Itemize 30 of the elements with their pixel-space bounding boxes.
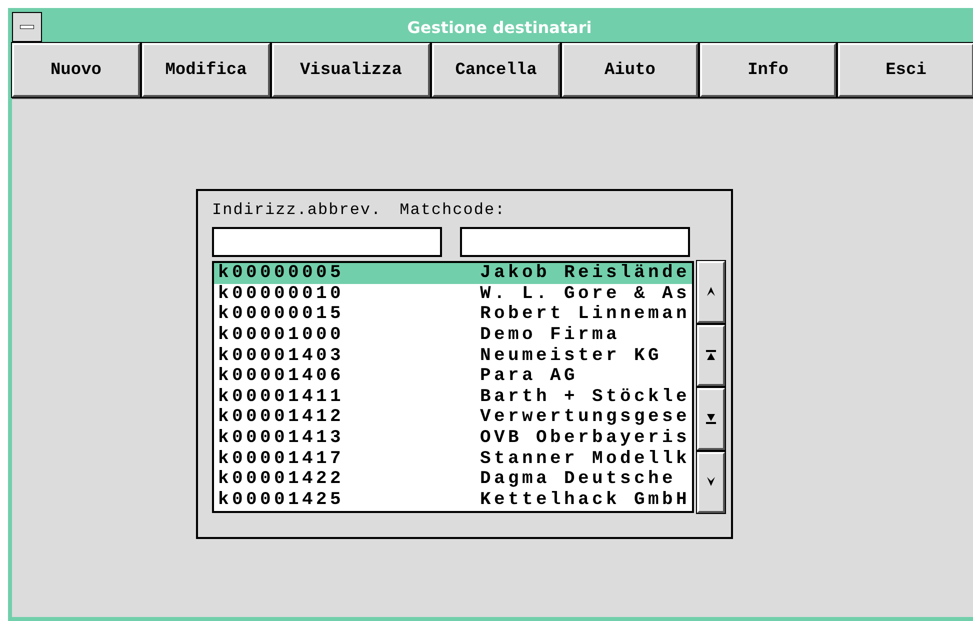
toolbar-button[interactable]: Modifica xyxy=(142,43,270,97)
toolbar-button[interactable]: Aiuto xyxy=(562,43,698,97)
list-row[interactable]: k00001406 Para AG xyxy=(214,366,692,387)
toolbar-button[interactable]: Cancella xyxy=(432,43,560,97)
toolbar-button[interactable]: Visualizza xyxy=(272,43,430,97)
system-menu-button[interactable] xyxy=(12,12,42,42)
scroll-button[interactable] xyxy=(697,324,725,386)
window-title: Gestione destinatari xyxy=(406,18,593,36)
input-field[interactable] xyxy=(460,227,690,257)
list-row[interactable]: k00000005 Jakob Reislände xyxy=(214,263,692,284)
input-field[interactable] xyxy=(212,227,442,257)
list-row[interactable]: k00001403 Neumeister KG xyxy=(214,345,692,366)
menu-icon xyxy=(20,25,34,29)
field-label: Matchcode: xyxy=(400,201,506,219)
list-row[interactable]: k00001422 Dagma Deutsche xyxy=(214,468,692,490)
toolbar-button[interactable]: Esci xyxy=(838,43,973,97)
scroll-button[interactable] xyxy=(697,261,725,322)
list-row[interactable]: k00001412 Verwertungsgese xyxy=(214,407,692,428)
list-row[interactable]: k00000010 W. L. Gore & As xyxy=(214,284,692,304)
toolbar-button[interactable]: Nuovo xyxy=(12,43,140,97)
list-row[interactable]: k00000015 Robert Linneman xyxy=(214,304,692,325)
list-row[interactable]: k00001000 Demo Firma xyxy=(214,324,692,346)
toolbar-button[interactable]: Info xyxy=(700,43,836,97)
field-label: Indirizz.abbrev. xyxy=(212,201,382,219)
list-row[interactable]: k00001425 Kettelhack GmbH xyxy=(214,490,692,510)
scroll-button[interactable] xyxy=(697,452,725,513)
list-row[interactable]: k00001413 OVB Oberbayeris xyxy=(214,428,692,448)
list-row[interactable]: k00001411 Barth + Stöckle xyxy=(214,386,692,408)
scroll-button[interactable] xyxy=(697,388,725,450)
list-row[interactable]: k00001417 Stanner Modellk xyxy=(214,448,692,469)
